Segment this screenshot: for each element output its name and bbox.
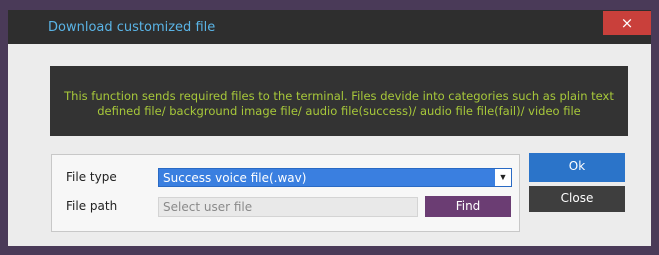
window-title: Download customized file bbox=[48, 20, 216, 35]
ok-button[interactable]: Ok bbox=[529, 153, 625, 182]
find-button[interactable]: Find bbox=[425, 196, 511, 217]
file-path-label: File path bbox=[66, 199, 118, 213]
close-button[interactable]: Close bbox=[529, 186, 625, 212]
close-icon[interactable]: × bbox=[603, 11, 651, 35]
file-form: File type Success voice file(.wav) ▼ Fil… bbox=[51, 154, 520, 232]
file-type-select[interactable]: Success voice file(.wav) ▼ bbox=[158, 168, 512, 187]
info-panel: This function sends required files to th… bbox=[50, 66, 628, 136]
dialog-window: Download customized file × This function… bbox=[0, 0, 659, 255]
file-type-label: File type bbox=[66, 170, 117, 184]
chevron-down-icon[interactable]: ▼ bbox=[495, 169, 511, 186]
title-bar[interactable]: Download customized file × bbox=[8, 10, 651, 44]
file-path-input[interactable] bbox=[158, 197, 418, 217]
file-type-value: Success voice file(.wav) bbox=[163, 171, 307, 185]
info-text: This function sends required files to th… bbox=[64, 89, 614, 118]
dialog-body: This function sends required files to th… bbox=[8, 44, 651, 246]
